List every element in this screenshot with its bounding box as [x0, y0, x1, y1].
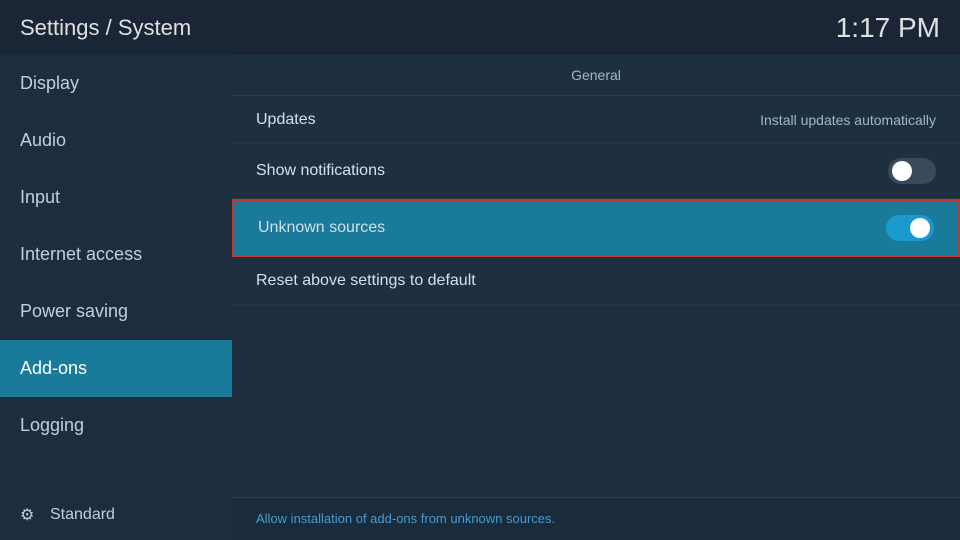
- setting-row-unknown-sources[interactable]: Unknown sources: [232, 199, 960, 257]
- setting-row-show-notifications[interactable]: Show notifications: [232, 144, 960, 199]
- setting-row-updates[interactable]: Updates Install updates automatically: [232, 96, 960, 144]
- footer-text: Allow installation of add-ons from unkno…: [256, 511, 555, 526]
- main-container: Display Audio Input Internet access Powe…: [0, 55, 960, 540]
- sidebar-item-audio[interactable]: Audio: [0, 112, 232, 169]
- sidebar-item-internet-access[interactable]: Internet access: [0, 226, 232, 283]
- content-inner: General Updates Install updates automati…: [232, 55, 960, 497]
- sidebar-item-logging[interactable]: Logging: [0, 397, 232, 454]
- setting-label-reset: Reset above settings to default: [256, 272, 476, 290]
- header: Settings / System 1:17 PM: [0, 0, 960, 55]
- sidebar-item-power-saving-label: Power saving: [20, 301, 128, 322]
- toggle-unknown-sources[interactable]: [886, 215, 934, 241]
- setting-value-updates: Install updates automatically: [760, 112, 936, 128]
- content-panel: General Updates Install updates automati…: [232, 55, 960, 540]
- setting-label-updates: Updates: [256, 111, 316, 129]
- setting-label-show-notifications: Show notifications: [256, 162, 385, 180]
- sidebar-item-display[interactable]: Display: [0, 55, 232, 112]
- sidebar-item-input-label: Input: [20, 187, 60, 208]
- sidebar-item-power-saving[interactable]: Power saving: [0, 283, 232, 340]
- sidebar-item-audio-label: Audio: [20, 130, 66, 151]
- sidebar-item-add-ons[interactable]: Add-ons: [0, 340, 232, 397]
- sidebar-bottom[interactable]: ⚙ Standard: [0, 490, 232, 540]
- sidebar-item-internet-access-label: Internet access: [20, 244, 142, 265]
- standard-label: Standard: [50, 506, 115, 524]
- clock: 1:17 PM: [836, 12, 940, 44]
- sidebar-item-display-label: Display: [20, 73, 79, 94]
- content-footer: Allow installation of add-ons from unkno…: [232, 497, 960, 540]
- sidebar: Display Audio Input Internet access Powe…: [0, 55, 232, 540]
- section-header: General: [232, 55, 960, 96]
- page-title: Settings / System: [20, 15, 191, 41]
- sidebar-item-input[interactable]: Input: [0, 169, 232, 226]
- sidebar-item-add-ons-label: Add-ons: [20, 358, 87, 379]
- toggle-show-notifications[interactable]: [888, 158, 936, 184]
- gear-icon: ⚙: [20, 505, 40, 525]
- setting-label-unknown-sources: Unknown sources: [258, 219, 385, 237]
- toggle-knob-show-notifications: [892, 161, 912, 181]
- setting-row-reset[interactable]: Reset above settings to default: [232, 257, 960, 305]
- sidebar-item-logging-label: Logging: [20, 415, 84, 436]
- toggle-knob-unknown-sources: [910, 218, 930, 238]
